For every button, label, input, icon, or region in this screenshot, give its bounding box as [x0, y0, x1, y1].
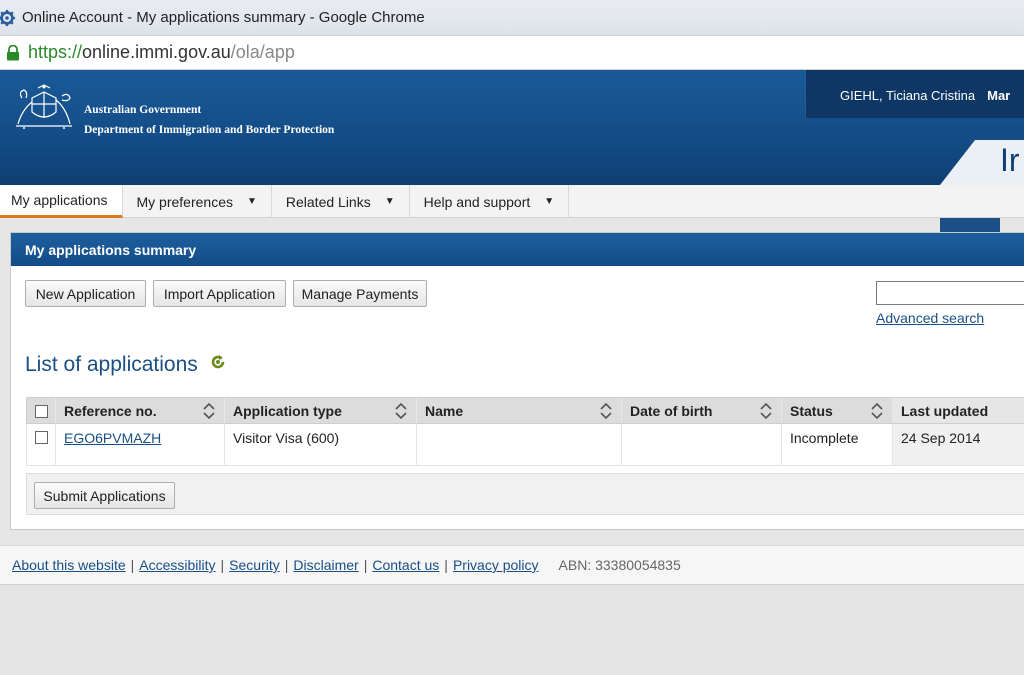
nav-related-links[interactable]: Related Links ▼: [272, 185, 410, 218]
address-bar[interactable]: https://online.immi.gov.au/ola/app: [0, 36, 1024, 70]
col-last-updated[interactable]: Last updated: [893, 398, 1024, 423]
user-menu-link[interactable]: Mar: [987, 88, 1010, 103]
nav-my-preferences[interactable]: My preferences ▼: [123, 185, 272, 218]
manage-payments-button[interactable]: Manage Payments: [293, 280, 427, 307]
submit-applications-button[interactable]: Submit Applications: [34, 482, 175, 509]
coat-of-arms-logo: [16, 84, 72, 129]
last-updated-cell: 24 Sep 2014: [893, 424, 1024, 465]
col-name[interactable]: Name: [417, 398, 622, 423]
header-tab-shadow: [940, 218, 1000, 233]
row-checkbox[interactable]: [35, 431, 48, 444]
footer-separator: |: [444, 557, 448, 573]
sort-icon[interactable]: [599, 401, 613, 421]
search-input[interactable]: [876, 281, 1024, 305]
government-name: Australian Government Department of Immi…: [84, 100, 334, 140]
nav-label: Help and support: [423, 193, 531, 210]
col-date-of-birth[interactable]: Date of birth: [622, 398, 782, 423]
header-tab: Ir: [940, 140, 1024, 185]
nav-help-support[interactable]: Help and support ▼: [410, 185, 570, 218]
footer-link-about[interactable]: About this website: [12, 557, 126, 573]
footer-separator: |: [284, 557, 289, 573]
refresh-icon[interactable]: [208, 352, 228, 372]
lock-icon: [7, 44, 19, 60]
url-path: /ola/app: [230, 42, 295, 62]
header-tab-text: Ir: [1000, 142, 1020, 178]
footer-link-accessibility[interactable]: Accessibility: [139, 557, 215, 573]
col-label: Last updated: [901, 402, 989, 419]
dob-cell: [622, 424, 782, 465]
applications-summary-panel: My applications summary New Application …: [10, 232, 1024, 530]
sort-icon[interactable]: [759, 401, 773, 421]
footer-separator: |: [363, 557, 368, 573]
list-title: List of applications: [25, 353, 198, 376]
col-label: Name: [425, 402, 464, 419]
row-select-cell: [27, 424, 56, 465]
chevron-down-icon: ▼: [544, 196, 555, 207]
col-label: Date of birth: [630, 402, 713, 419]
status-cell: Incomplete: [782, 424, 893, 465]
abn-text: ABN: 33380054835: [558, 557, 681, 573]
reference-cell: EGO6PVMAZH: [56, 424, 225, 465]
browser-title-bar: Online Account - My applications summary…: [0, 0, 1024, 36]
table-footer: Submit Applications: [26, 473, 1024, 515]
footer-link-contact[interactable]: Contact us: [372, 557, 439, 573]
table-row: EGO6PVMAZH Visitor Visa (600) Incomplete…: [26, 424, 1024, 466]
sort-icon[interactable]: [870, 401, 884, 421]
window-title: Online Account - My applications summary…: [22, 9, 425, 26]
url-text[interactable]: https://online.immi.gov.au/ola/app: [28, 42, 295, 63]
sort-icon[interactable]: [202, 401, 216, 421]
col-label: Application type: [233, 402, 342, 419]
select-all-header: [27, 398, 56, 423]
nav-label: My applications: [11, 192, 108, 208]
nav-label: My preferences: [136, 193, 233, 210]
col-reference[interactable]: Reference no.: [56, 398, 225, 423]
footer-separator: |: [220, 557, 225, 573]
site-header: Australian Government Department of Immi…: [0, 70, 1024, 185]
chevron-down-icon: ▼: [246, 196, 257, 207]
applications-table: Reference no. Application type Name Date…: [26, 397, 1024, 466]
col-status[interactable]: Status: [782, 398, 893, 423]
user-name: GIEHL, Ticiana Cristina Mar: [840, 88, 1010, 103]
footer-link-security[interactable]: Security: [229, 557, 280, 573]
gov-line-2: Department of Immigration and Border Pro…: [84, 124, 335, 136]
reference-link[interactable]: EGO6PVMAZH: [64, 430, 161, 446]
url-host: online.immi.gov.au: [82, 42, 231, 62]
panel-title: My applications summary: [11, 233, 1024, 266]
col-label: Status: [790, 402, 833, 419]
application-type-cell: Visitor Visa (600): [225, 424, 417, 465]
name-cell: [417, 424, 622, 465]
select-all-checkbox[interactable]: [35, 404, 48, 418]
col-application-type[interactable]: Application type: [225, 398, 417, 423]
table-header: Reference no. Application type Name Date…: [26, 397, 1024, 424]
advanced-search-link[interactable]: Advanced search: [876, 310, 984, 326]
footer-link-disclaimer[interactable]: Disclaimer: [293, 557, 358, 573]
site-footer: About this website | Accessibility | Secur…: [0, 545, 1024, 585]
gov-line-1: Australian Government: [84, 104, 202, 116]
nav-label: Related Links: [285, 193, 371, 210]
chevron-down-icon: ▼: [384, 196, 395, 207]
sort-icon[interactable]: [394, 401, 408, 421]
footer-link-privacy[interactable]: Privacy policy: [453, 557, 539, 573]
user-box: GIEHL, Ticiana Cristina Mar: [805, 70, 1024, 118]
page-background: [0, 585, 1024, 675]
chrome-app-icon: [0, 9, 16, 26]
main-nav: My applications My preferences ▼ Related …: [0, 185, 1024, 218]
new-application-button[interactable]: New Application: [25, 280, 146, 307]
col-label: Reference no.: [64, 402, 157, 419]
import-application-button[interactable]: Import Application: [153, 280, 286, 307]
nav-my-applications[interactable]: My applications: [0, 185, 123, 218]
user-name-text: GIEHL, Ticiana Cristina: [840, 88, 976, 103]
footer-separator: |: [130, 557, 135, 573]
url-scheme: https://: [28, 42, 83, 62]
